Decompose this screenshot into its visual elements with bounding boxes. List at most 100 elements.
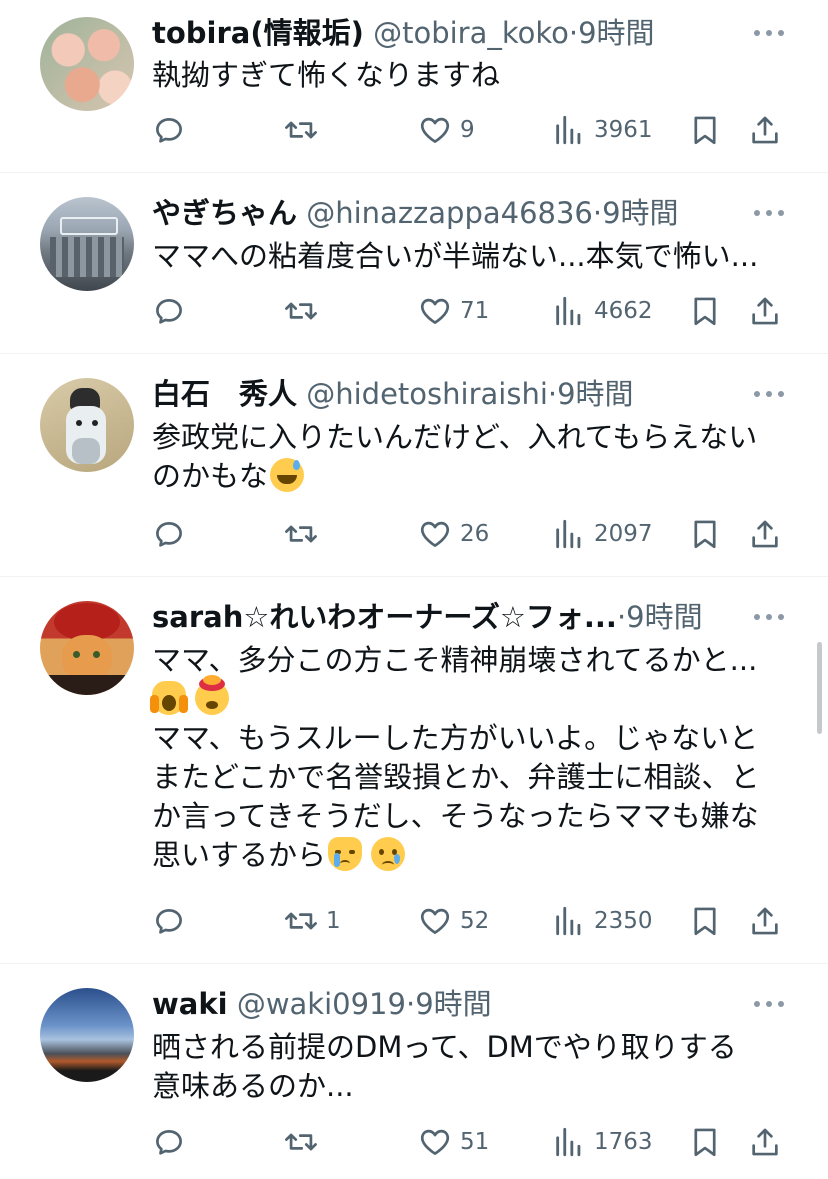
separator-dot: · xyxy=(547,377,558,411)
like-icon xyxy=(418,113,452,147)
display-name[interactable]: やぎちゃん xyxy=(152,196,297,230)
tweet-text: 執拗すぎて怖くなりますね xyxy=(152,58,501,92)
display-name[interactable]: 白石 秀人 xyxy=(152,377,297,411)
retweet-icon xyxy=(284,294,318,328)
user-handle[interactable]: @hinazzappa46836 xyxy=(306,196,593,230)
more-icon[interactable] xyxy=(754,999,784,1009)
bookmark-button[interactable] xyxy=(688,514,722,554)
timestamp[interactable]: 9時間 xyxy=(415,987,491,1021)
timestamp[interactable]: 9時間 xyxy=(578,16,654,50)
share-button[interactable] xyxy=(748,901,782,941)
bookmark-icon xyxy=(688,1125,722,1159)
avatar[interactable] xyxy=(40,378,134,472)
text-line: ママ、多分この方こそ精神崩壊されてるかと... xyxy=(152,643,758,677)
retweet-button[interactable] xyxy=(284,110,326,150)
action-bar: 26 2097 xyxy=(152,514,792,554)
more-icon[interactable] xyxy=(754,612,784,622)
tweet-header: tobira(情報垢) @tobira_koko·9時間 xyxy=(152,13,738,53)
crying-cat-emoji xyxy=(328,837,363,871)
retweet-button[interactable] xyxy=(284,514,326,554)
display-name[interactable]: tobira(情報垢) xyxy=(152,16,364,50)
avatar[interactable] xyxy=(40,17,134,111)
user-handle[interactable]: @hidetoshiraishi xyxy=(306,377,548,411)
views-icon xyxy=(552,1125,586,1159)
like-button[interactable]: 26 xyxy=(418,514,489,554)
retweet-icon xyxy=(284,517,318,551)
retweet-button[interactable] xyxy=(284,1122,326,1162)
like-button[interactable]: 51 xyxy=(418,1122,489,1162)
views-icon xyxy=(552,904,586,938)
timestamp[interactable]: 9時間 xyxy=(557,377,633,411)
user-handle[interactable]: @waki0919 xyxy=(237,987,406,1021)
separator-dot: · xyxy=(616,600,627,634)
reply-button[interactable] xyxy=(152,110,186,150)
share-button[interactable] xyxy=(748,291,782,331)
bookmark-button[interactable] xyxy=(688,291,722,331)
like-button[interactable]: 71 xyxy=(418,291,489,331)
timestamp[interactable]: 9時間 xyxy=(602,196,678,230)
scrollbar[interactable] xyxy=(817,642,822,734)
views-button[interactable]: 2350 xyxy=(552,901,653,941)
tweet-3[interactable]: 白石 秀人 @hidetoshiraishi·9時間 参政党に入りたいんだけど、… xyxy=(0,354,828,576)
exploding-head-emoji xyxy=(195,675,230,715)
bookmark-button[interactable] xyxy=(688,1122,722,1162)
like-icon xyxy=(418,904,452,938)
views-button[interactable]: 2097 xyxy=(552,514,653,554)
display-name[interactable]: waki xyxy=(152,987,228,1021)
retweet-button[interactable]: 1 xyxy=(284,901,341,941)
tweet-1[interactable]: tobira(情報垢) @tobira_koko·9時間 執拗すぎて怖くなります… xyxy=(0,0,828,172)
timestamp[interactable]: 9時間 xyxy=(626,600,702,634)
retweet-icon xyxy=(284,904,318,938)
tweet-2[interactable]: やぎちゃん @hinazzappa46836·9時間 ママへの粘着度合いが半端な… xyxy=(0,173,828,353)
reply-button[interactable] xyxy=(152,1122,186,1162)
view-count: 4662 xyxy=(594,298,653,324)
more-icon[interactable] xyxy=(754,28,784,38)
like-button[interactable]: 9 xyxy=(418,110,475,150)
share-button[interactable] xyxy=(748,514,782,554)
view-count: 2350 xyxy=(594,908,653,934)
views-button[interactable]: 4662 xyxy=(552,291,653,331)
avatar[interactable] xyxy=(40,197,134,291)
tweet-text: 参政党に入りたいんだけど、入れてもらえない のかもな xyxy=(152,418,792,496)
text-line: か言ってきそうだし、そうなったらママも嫌な xyxy=(152,799,759,833)
views-button[interactable]: 3961 xyxy=(552,110,653,150)
like-count: 71 xyxy=(460,298,490,324)
tweet-header: waki @waki0919·9時間 xyxy=(152,984,738,1024)
text-line: 思いするから xyxy=(152,838,327,872)
reply-icon xyxy=(152,904,186,938)
like-icon xyxy=(418,294,452,328)
views-button[interactable]: 1763 xyxy=(552,1122,653,1162)
tweet-header: やぎちゃん @hinazzappa46836·9時間 xyxy=(152,193,738,233)
like-button[interactable]: 52 xyxy=(418,901,489,941)
reply-button[interactable] xyxy=(152,291,186,331)
retweet-button[interactable] xyxy=(284,291,326,331)
reply-button[interactable] xyxy=(152,901,186,941)
retweet-count: 1 xyxy=(326,908,341,934)
reply-icon xyxy=(152,1125,186,1159)
bookmark-icon xyxy=(688,904,722,938)
avatar[interactable] xyxy=(40,988,134,1082)
share-button[interactable] xyxy=(748,1122,782,1162)
text-line: 晒される前提のDMって、DMでやり取りする xyxy=(152,1030,737,1064)
like-icon xyxy=(418,517,452,551)
more-icon[interactable] xyxy=(754,208,784,218)
tweet-5[interactable]: waki @waki0919·9時間 晒される前提のDMって、DMでやり取りする… xyxy=(0,964,828,1179)
user-handle[interactable]: @tobira_koko xyxy=(373,16,569,50)
retweet-icon xyxy=(284,1125,318,1159)
action-bar: 71 4662 xyxy=(152,291,792,331)
like-count: 26 xyxy=(460,521,490,547)
reply-button[interactable] xyxy=(152,514,186,554)
bookmark-button[interactable] xyxy=(688,901,722,941)
avatar[interactable] xyxy=(40,601,134,695)
tweet-text: 晒される前提のDMって、DMでやり取りする 意味あるのか... xyxy=(152,1028,792,1106)
views-icon xyxy=(552,517,586,551)
separator-dot: · xyxy=(405,987,416,1021)
more-icon[interactable] xyxy=(754,389,784,399)
tweet-header: sarah☆れいわオーナーズ☆フォ...·9時間 xyxy=(152,597,738,637)
share-icon xyxy=(748,1125,782,1159)
bookmark-button[interactable] xyxy=(688,110,722,150)
sweat-smile-emoji xyxy=(270,458,305,492)
display-name[interactable]: sarah☆れいわオーナーズ☆フォ... xyxy=(152,600,617,634)
tweet-4[interactable]: sarah☆れいわオーナーズ☆フォ...·9時間 ママ、多分この方こそ精神崩壊さ… xyxy=(0,577,828,963)
share-button[interactable] xyxy=(748,110,782,150)
